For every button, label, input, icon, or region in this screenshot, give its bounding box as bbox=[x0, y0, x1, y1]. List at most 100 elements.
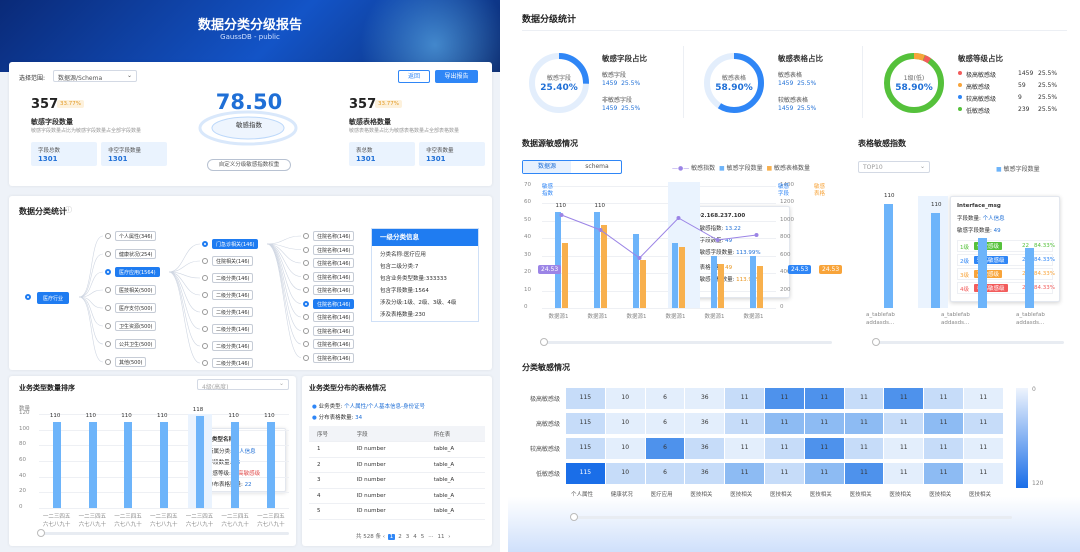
heat-cell[interactable]: 11 bbox=[964, 413, 1003, 434]
tree-radio[interactable] bbox=[303, 354, 309, 361]
table-index-bar[interactable] bbox=[1025, 248, 1034, 308]
tree-radio[interactable] bbox=[202, 275, 208, 281]
top-select[interactable]: TOP10 ⌄ bbox=[858, 161, 930, 173]
tree-radio[interactable] bbox=[105, 359, 111, 365]
tree-level2-node[interactable]: 二级分类(146) bbox=[212, 358, 254, 368]
heat-cell[interactable]: 36 bbox=[685, 413, 725, 434]
tblidx-scrollbar[interactable] bbox=[874, 341, 1064, 344]
page-7[interactable]: 11 bbox=[437, 534, 444, 540]
heat-cell[interactable]: 11 bbox=[924, 413, 963, 434]
bar[interactable] bbox=[231, 421, 240, 508]
table-index-bar[interactable] bbox=[931, 213, 940, 308]
page-1[interactable]: 1 bbox=[387, 534, 396, 540]
heat-cell[interactable]: 10 bbox=[605, 413, 645, 434]
bar-sensitive-tables[interactable] bbox=[600, 225, 607, 308]
tree-level2-node[interactable]: 二级分类(146) bbox=[212, 290, 254, 300]
tree-level3-node[interactable]: 住院名称(146) bbox=[313, 325, 355, 336]
tree-level3-node[interactable]: 住院名称(146) bbox=[313, 244, 355, 255]
heat-cell[interactable]: 11 bbox=[844, 463, 884, 484]
bar-sensitive-tables[interactable] bbox=[639, 260, 646, 308]
bar[interactable] bbox=[160, 421, 168, 508]
tree-radio[interactable] bbox=[105, 251, 111, 257]
bar-sensitive-tables[interactable] bbox=[561, 242, 568, 308]
table-index-bar[interactable] bbox=[884, 204, 893, 308]
tree-level1-node[interactable]: 个人属性(346) bbox=[115, 231, 157, 241]
chart-scrollbar[interactable] bbox=[39, 532, 289, 535]
table-row[interactable]: 1 ID number table_A bbox=[309, 441, 485, 458]
tree-radio[interactable] bbox=[202, 343, 208, 349]
tree-radio[interactable] bbox=[303, 273, 309, 280]
tblidx-scroll-handle[interactable] bbox=[872, 338, 880, 346]
bar[interactable] bbox=[195, 415, 204, 508]
tab-datasource[interactable]: 数据源 bbox=[523, 161, 571, 173]
tree-level1-node[interactable]: 健康状况(254) bbox=[115, 249, 157, 259]
heat-cell[interactable]: 36 bbox=[685, 438, 725, 459]
level-select[interactable]: 4级(高度) ⌄ bbox=[197, 379, 289, 391]
heat-cell[interactable]: 11 bbox=[924, 438, 963, 459]
heat-cell[interactable]: 6 bbox=[645, 438, 685, 459]
heat-cell[interactable]: 11 bbox=[924, 463, 963, 484]
tree-radio[interactable] bbox=[303, 287, 309, 293]
heat-cell[interactable]: 11 bbox=[884, 413, 924, 434]
heat-cell[interactable]: 115 bbox=[566, 463, 605, 484]
tree-level3-node[interactable]: 住院名称(146) bbox=[313, 298, 355, 309]
page-5[interactable]: 5 bbox=[421, 534, 425, 540]
scope-select[interactable]: 数据源/Schema ⌄ bbox=[53, 70, 137, 82]
page-3[interactable]: 3 bbox=[406, 534, 410, 540]
heat-cell[interactable]: 115 bbox=[566, 388, 605, 409]
table-row[interactable]: 3 ID number table_A bbox=[309, 472, 485, 489]
heat-cell[interactable]: 11 bbox=[765, 388, 804, 409]
bar-sensitive-fields[interactable] bbox=[710, 255, 717, 308]
tree-radio[interactable] bbox=[303, 300, 309, 307]
tree-radio[interactable] bbox=[202, 292, 208, 298]
custom-weight-button[interactable]: 自定义分级敏感指数权重 bbox=[207, 159, 291, 171]
tree-radio[interactable] bbox=[202, 258, 208, 264]
tree-radio[interactable] bbox=[105, 323, 111, 329]
tree-radio[interactable] bbox=[202, 326, 208, 332]
tree-level2-node[interactable]: 二级分类(146) bbox=[212, 307, 254, 317]
table-index-bar[interactable] bbox=[978, 238, 987, 308]
tree-level2-node[interactable]: 二级分类(146) bbox=[212, 324, 254, 334]
tree-level1-node[interactable]: 医疗应用(1564) bbox=[115, 267, 160, 277]
heat-cell[interactable]: 6 bbox=[645, 388, 685, 409]
heat-cell[interactable]: 6 bbox=[645, 413, 685, 434]
next-page-icon[interactable]: › bbox=[448, 534, 450, 540]
table-row[interactable]: 4 ID number table_A bbox=[309, 488, 485, 504]
table-row[interactable]: 5 ID number table_A bbox=[309, 503, 485, 520]
tree-level1-node[interactable]: 其他(500) bbox=[115, 357, 147, 367]
bar-sensitive-tables[interactable] bbox=[678, 247, 685, 308]
heat-cell[interactable]: 10 bbox=[605, 463, 645, 484]
tree-level3-node[interactable]: 住院名称(146) bbox=[313, 271, 355, 282]
tree-radio[interactable] bbox=[105, 341, 111, 347]
bar-sensitive-fields[interactable] bbox=[671, 242, 678, 308]
page-4[interactable]: 4 bbox=[413, 534, 417, 540]
heat-cell[interactable]: 11 bbox=[964, 438, 1003, 459]
heat-cell[interactable]: 11 bbox=[804, 413, 844, 434]
tree-level2-node[interactable]: 二级分类(146) bbox=[212, 273, 254, 283]
tree-level2-node[interactable]: 门急诊相关(146) bbox=[212, 239, 259, 249]
tree-level3-node[interactable]: 住院名称(146) bbox=[313, 312, 355, 322]
bar-sensitive-fields[interactable] bbox=[749, 255, 756, 308]
heat-cell[interactable]: 11 bbox=[765, 463, 804, 484]
tree-radio[interactable] bbox=[105, 233, 111, 239]
tree-radio[interactable] bbox=[303, 260, 309, 266]
heat-cell[interactable]: 11 bbox=[844, 413, 884, 434]
tree-radio[interactable] bbox=[105, 305, 111, 311]
heat-cell[interactable]: 11 bbox=[884, 388, 924, 409]
page-2[interactable]: 2 bbox=[398, 534, 402, 540]
bar[interactable] bbox=[88, 421, 97, 508]
tree-level3-node[interactable]: 住院名称(146) bbox=[313, 258, 355, 268]
ds-scrollbar[interactable] bbox=[542, 341, 832, 344]
tab-schema[interactable]: schema bbox=[573, 161, 621, 173]
heat-scroll-handle[interactable] bbox=[570, 513, 578, 521]
heat-cell[interactable]: 36 bbox=[685, 388, 725, 409]
back-button[interactable]: 返回 bbox=[398, 70, 430, 83]
ds-scroll-handle[interactable] bbox=[540, 338, 548, 346]
tree-level3-node[interactable]: 住院名称(146) bbox=[313, 285, 355, 295]
heat-cell[interactable]: 11 bbox=[804, 388, 844, 409]
bar[interactable] bbox=[52, 421, 61, 508]
heat-cell[interactable]: 11 bbox=[725, 413, 764, 434]
heat-cell[interactable]: 11 bbox=[725, 438, 764, 459]
tree-level3-node[interactable]: 住院名称(146) bbox=[313, 352, 355, 363]
tree-level1-node[interactable]: 公共卫生(500) bbox=[115, 339, 157, 349]
